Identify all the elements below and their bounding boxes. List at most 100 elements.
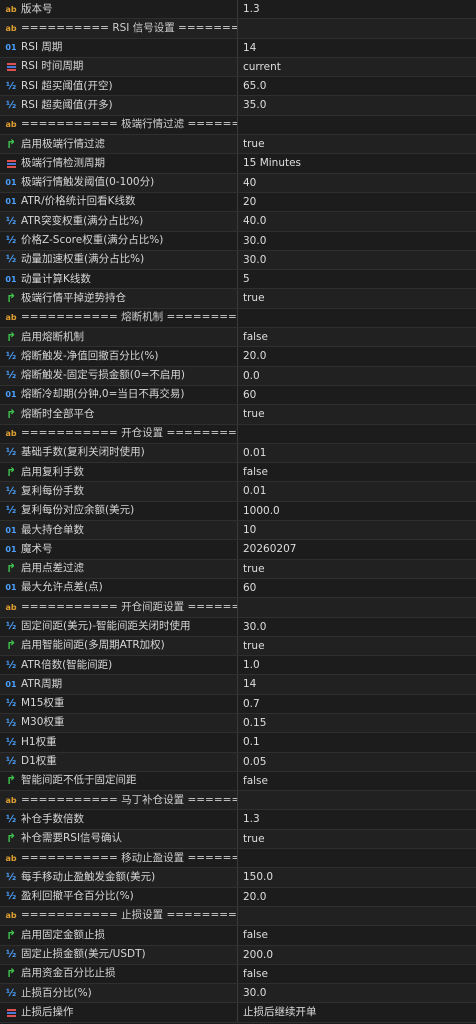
parameter-row[interactable]: ↱ 启用熔断机制 false (0, 328, 476, 348)
parameter-value[interactable]: 60 (238, 386, 476, 404)
parameter-value[interactable]: 40.0 (238, 212, 476, 230)
parameter-row[interactable]: ab =========== 马丁补仓设置 ==========... (0, 791, 476, 811)
parameter-value[interactable]: false (238, 463, 476, 481)
parameter-value[interactable]: 30.0 (238, 251, 476, 269)
parameter-row[interactable]: ↱ 极端行情平掉逆势持仓 true (0, 289, 476, 309)
parameter-row[interactable]: ab =========== 熔断机制 =========== (0, 308, 476, 329)
parameter-value[interactable]: 65.0 (238, 77, 476, 95)
parameter-value[interactable]: 1.3 (238, 0, 476, 18)
parameter-value[interactable]: 14 (238, 39, 476, 57)
parameter-row[interactable]: ½ RSI 超买阈值(开空) 65.0 (0, 77, 476, 97)
parameter-row[interactable]: ½ M30权重 0.15 (0, 713, 476, 734)
parameter-value[interactable]: 60 (238, 579, 476, 597)
parameter-value[interactable]: true (238, 560, 476, 578)
parameter-row[interactable]: ↱ 启用复利手数 false (0, 463, 476, 483)
parameter-value[interactable]: 止损后继续开单 (238, 1003, 476, 1021)
parameter-value[interactable]: 0.01 (238, 482, 476, 500)
parameter-row[interactable]: ab 版本号 1.3 (0, 0, 476, 20)
parameter-value[interactable]: 150.0 (238, 868, 476, 886)
parameter-row[interactable]: ab ========== RSI 信号设置 ==========... (0, 19, 476, 39)
parameter-value[interactable]: 0.0 (238, 367, 476, 385)
parameter-row[interactable]: RSI 时间周期 current (0, 57, 476, 78)
parameter-value[interactable]: 20.0 (238, 347, 476, 365)
parameter-value[interactable]: false (238, 772, 476, 790)
parameter-row[interactable]: ½ 复利每份对应余额(美元) 1000.0 (0, 501, 476, 522)
parameter-row[interactable]: ↱ 启用智能间距(多周期ATR加权) true (0, 636, 476, 657)
parameter-row[interactable]: ½ 固定止损金额(美元/USDT) 200.0 (0, 945, 476, 965)
parameter-row[interactable]: ab =========== 移动止盈设置 ==========... (0, 849, 476, 869)
parameter-row[interactable]: ½ 盈利回撤平仓百分比(%) 20.0 (0, 887, 476, 907)
parameter-value[interactable]: true (238, 135, 476, 153)
parameter-value[interactable]: 30.0 (238, 618, 476, 636)
parameter-name-cell: 止损后操作 (0, 1003, 238, 1022)
parameter-row[interactable]: ½ 动量加速权重(满分占比%) 30.0 (0, 250, 476, 271)
parameter-value[interactable]: false (238, 328, 476, 346)
parameter-value[interactable]: 1.3 (238, 810, 476, 828)
parameter-value[interactable]: 1.0 (238, 656, 476, 674)
parameter-row[interactable]: 01 ATR周期 14 (0, 675, 476, 695)
parameter-value[interactable]: false (238, 926, 476, 944)
parameter-value[interactable]: 200.0 (238, 946, 476, 964)
parameter-value[interactable]: 14 (238, 675, 476, 693)
parameter-value[interactable]: 0.01 (238, 444, 476, 462)
parameter-row[interactable]: 01 极端行情触发阈值(0-100分) 40 (0, 173, 476, 193)
parameter-value[interactable]: 20 (238, 193, 476, 211)
parameter-row[interactable]: ½ 熔断触发-净值回撤百分比(%) 20.0 (0, 347, 476, 367)
parameter-row[interactable]: ↱ 启用固定金额止损 false (0, 926, 476, 946)
parameter-value[interactable]: 30.0 (238, 232, 476, 250)
parameter-row[interactable]: 01 RSI 周期 14 (0, 38, 476, 58)
parameter-row[interactable]: ↱ 启用资金百分比止损 false (0, 964, 476, 985)
parameter-row[interactable]: ½ ATR倍数(智能间距) 1.0 (0, 656, 476, 676)
parameter-row[interactable]: ↱ 补仓需要RSI信号确认 true (0, 829, 476, 850)
parameter-value[interactable]: 0.15 (238, 714, 476, 732)
parameter-row[interactable]: ↱ 启用点差过滤 true (0, 559, 476, 579)
parameter-row[interactable]: ½ 复利每份手数 0.01 (0, 482, 476, 502)
parameter-row[interactable]: ½ 熔断触发-固定亏损金额(0=不启用) 0.0 (0, 366, 476, 386)
parameter-row[interactable]: ↱ 熔断时全部平仓 true (0, 405, 476, 425)
parameter-row[interactable]: ½ M15权重 0.7 (0, 694, 476, 714)
parameter-row[interactable]: ½ 固定间距(美元)-智能间距关闭时使用 30.0 (0, 617, 476, 637)
parameter-row[interactable]: ½ RSI 超卖阈值(开多) 35.0 (0, 96, 476, 116)
parameter-value[interactable]: 5 (238, 270, 476, 288)
parameter-row[interactable]: ½ H1权重 0.1 (0, 733, 476, 753)
parameter-value[interactable]: false (238, 965, 476, 983)
parameter-row[interactable]: 01 ATR/价格统计回看K线数 20 (0, 192, 476, 213)
parameter-row[interactable]: 01 动量计算K线数 5 (0, 270, 476, 290)
parameter-value[interactable]: 35.0 (238, 96, 476, 114)
parameter-value[interactable]: current (238, 58, 476, 76)
parameter-value[interactable]: true (238, 830, 476, 848)
parameter-row[interactable]: ½ 补仓手数倍数 1.3 (0, 810, 476, 830)
parameter-row[interactable]: ab =========== 极端行情过滤 ==========... (0, 115, 476, 136)
parameter-row[interactable]: ab =========== 开仓设置 =========== (0, 424, 476, 444)
parameter-value[interactable]: 30.0 (238, 984, 476, 1002)
parameter-row[interactable]: 01 熔断冷却期(分钟,0=当日不再交易) 60 (0, 385, 476, 406)
parameter-value[interactable]: 0.7 (238, 695, 476, 713)
parameter-value[interactable]: true (238, 405, 476, 423)
parameter-row[interactable]: 01 魔术号 20260207 (0, 540, 476, 560)
parameter-row[interactable]: ↱ 智能间距不低于固定间距 false (0, 771, 476, 792)
parameter-row[interactable]: ½ 价格Z-Score权重(满分占比%) 30.0 (0, 231, 476, 251)
parameter-value[interactable]: 40 (238, 174, 476, 192)
parameter-value[interactable]: 0.1 (238, 733, 476, 751)
parameter-row[interactable]: ab =========== 开仓间距设置 ==========... (0, 598, 476, 618)
parameter-row[interactable]: 极端行情检测周期 15 Minutes (0, 154, 476, 174)
parameter-value[interactable]: 20260207 (238, 540, 476, 558)
parameter-row[interactable]: ↱ 启用极端行情过滤 true (0, 135, 476, 155)
parameter-row[interactable]: 01 最大持仓单数 10 (0, 521, 476, 541)
parameter-row[interactable]: ½ ATR突变权重(满分占比%) 40.0 (0, 212, 476, 232)
parameter-value[interactable]: 15 Minutes (238, 154, 476, 172)
parameter-row[interactable]: ½ 基础手数(复利关闭时使用) 0.01 (0, 443, 476, 464)
parameter-value[interactable]: 1000.0 (238, 502, 476, 520)
parameter-row[interactable]: ½ 止损百分比(%) 30.0 (0, 984, 476, 1004)
parameter-row[interactable]: 止损后操作 止损后继续开单 (0, 1003, 476, 1023)
parameter-row[interactable]: 01 最大允许点差(点) 60 (0, 578, 476, 599)
parameter-value[interactable]: true (238, 289, 476, 307)
parameter-value[interactable]: 10 (238, 521, 476, 539)
parameter-row[interactable]: ½ 每手移动止盈触发金额(美元) 150.0 (0, 868, 476, 888)
parameter-value[interactable]: true (238, 637, 476, 655)
parameter-value[interactable]: 20.0 (238, 888, 476, 906)
parameter-value[interactable]: 0.05 (238, 753, 476, 771)
parameter-name-cell: ab =========== 开仓间距设置 ==========... (0, 598, 238, 617)
parameter-row[interactable]: ab =========== 止损设置 =========== (0, 906, 476, 927)
parameter-row[interactable]: ½ D1权重 0.05 (0, 752, 476, 772)
